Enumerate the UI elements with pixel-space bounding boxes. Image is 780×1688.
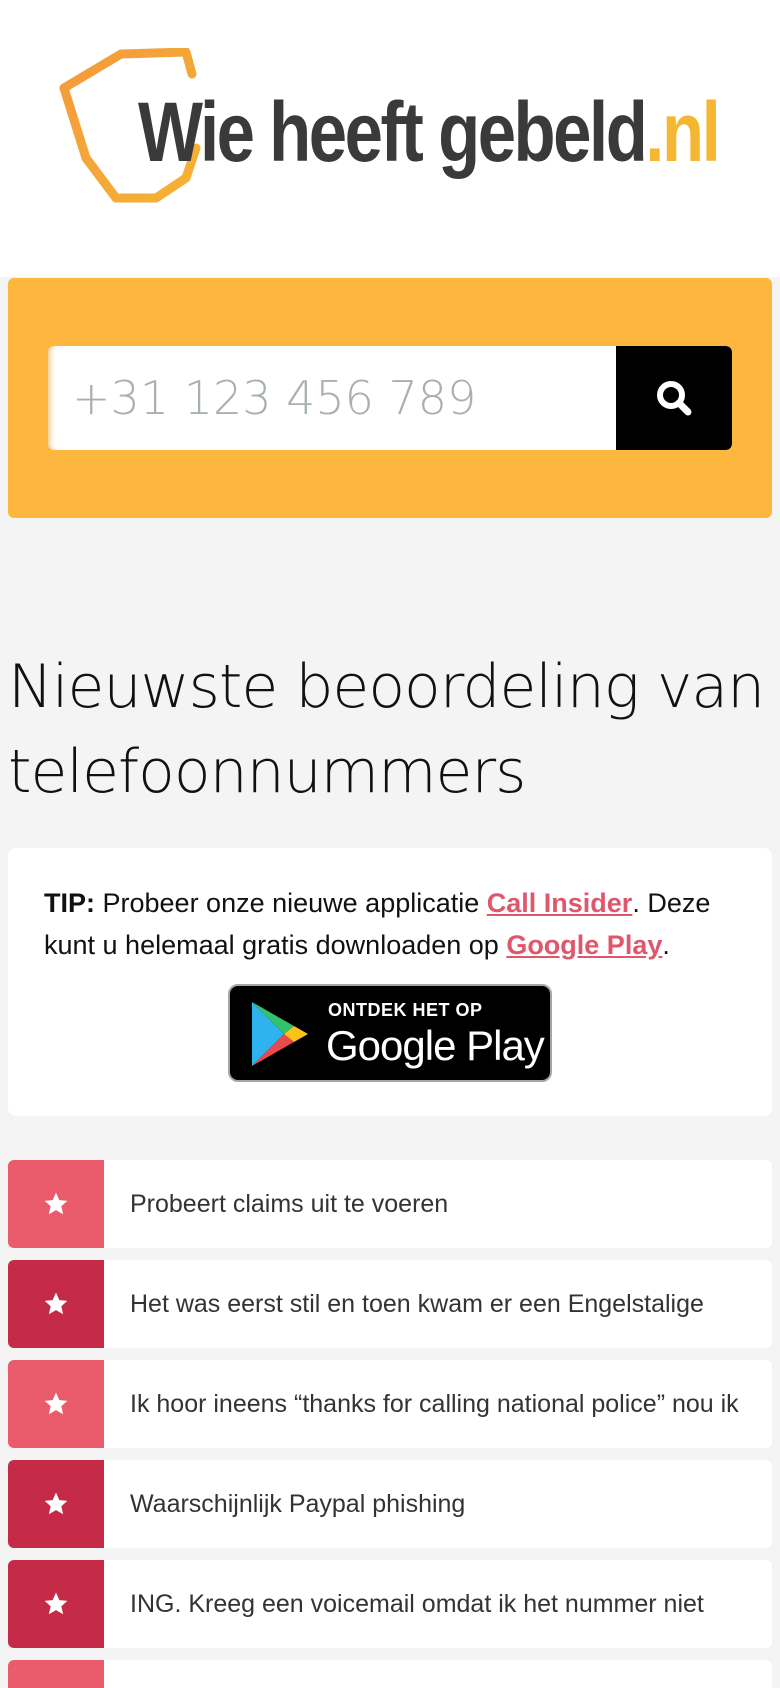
rating-badge	[8, 1160, 104, 1248]
tip-text: TIP: Probeer onze nieuwe applicatie Call…	[44, 882, 744, 966]
search-icon	[657, 381, 692, 416]
list-item[interactable]: ING. Kreeg een voicemail omdat ik het nu…	[8, 1560, 772, 1648]
list-item[interactable]: Waarschijnlijk Paypal phishing	[8, 1460, 772, 1548]
tip-card: TIP: Probeer onze nieuwe applicatie Call…	[8, 848, 772, 1116]
search-button[interactable]	[616, 346, 732, 450]
logo-wordmark: Wie heeft gebeld.nl	[138, 84, 721, 181]
page-title: Nieuwste beoordeling van telefoonnummers	[8, 652, 765, 807]
star-icon	[44, 1392, 68, 1415]
search-box	[48, 346, 732, 450]
star-icon	[44, 1492, 68, 1515]
phone-search-input[interactable]	[48, 346, 616, 450]
google-play-badge[interactable]: ONTDEK HET OP Google Play	[228, 984, 552, 1082]
star-icon	[44, 1592, 68, 1615]
rating-badge	[8, 1360, 104, 1448]
rating-badge	[8, 1460, 104, 1548]
badge-big-text: Google Play	[326, 1022, 545, 1069]
list-item[interactable]: Ik hoor ineens “thanks for calling natio…	[8, 1360, 772, 1448]
review-list: Probeert claims uit te voeren Het was ee…	[8, 1160, 772, 1688]
star-icon	[44, 1192, 68, 1215]
list-item[interactable]: Probeert claims uit te voeren	[8, 1160, 772, 1248]
rating-badge	[8, 1560, 104, 1648]
tip-label: TIP:	[44, 888, 95, 918]
site-header: Wie heeft gebeld.nl	[0, 0, 780, 277]
search-panel	[8, 278, 772, 518]
google-play-icon	[252, 1002, 308, 1066]
logo-tld-text: .nl	[645, 85, 720, 179]
review-text: Waarschijnlijk Paypal phishing	[130, 1490, 466, 1518]
rating-badge	[8, 1260, 104, 1348]
site-logo[interactable]: Wie heeft gebeld.nl	[56, 48, 736, 224]
list-item[interactable]	[8, 1660, 772, 1688]
review-text: Ik hoor ineens “thanks for calling natio…	[130, 1390, 739, 1418]
star-icon	[44, 1292, 68, 1315]
call-insider-link[interactable]: Call Insider	[487, 888, 633, 918]
review-text: Het was eerst stil en toen kwam er een E…	[130, 1290, 704, 1318]
list-item[interactable]: Het was eerst stil en toen kwam er een E…	[8, 1260, 772, 1348]
google-play-link[interactable]: Google Play	[506, 930, 662, 960]
review-text: Probeert claims uit te voeren	[130, 1190, 449, 1218]
badge-small-text: ONTDEK HET OP	[328, 1000, 483, 1020]
review-text: ING. Kreeg een voicemail omdat ik het nu…	[130, 1590, 704, 1618]
rating-badge	[8, 1660, 104, 1688]
logo-main-text: Wie heeft gebeld	[138, 85, 648, 179]
tip-text-before: Probeer onze nieuwe applicatie	[95, 888, 487, 918]
tip-text-after: .	[662, 930, 670, 960]
